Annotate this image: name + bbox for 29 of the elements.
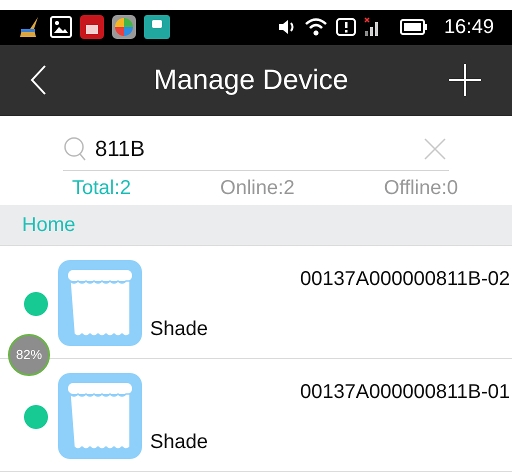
- curtain-icon: [58, 373, 142, 460]
- plus-icon: [449, 64, 481, 96]
- count-tab[interactable]: Online:2: [220, 172, 295, 203]
- back-icon: [30, 65, 46, 96]
- search-input[interactable]: 811B: [95, 132, 423, 166]
- battery-icon: [400, 19, 428, 36]
- device-id: 00137A000000811B-02: [300, 267, 510, 292]
- wifi-icon: [304, 17, 328, 38]
- curtain-icon: [58, 260, 142, 346]
- robot-app-icon: [144, 15, 170, 40]
- add-button[interactable]: [448, 63, 482, 98]
- count-tab[interactable]: Total:2: [72, 172, 131, 203]
- device-type: Shade: [150, 430, 208, 455]
- search-icon: [63, 136, 87, 162]
- count-tab[interactable]: Offline:0: [384, 172, 458, 203]
- status-time: 16:49: [444, 15, 494, 40]
- app-icon: [80, 15, 104, 40]
- close-icon: [424, 138, 446, 160]
- device-id: 00137A000000811B-01: [300, 380, 510, 406]
- image-icon: [50, 16, 72, 38]
- alert-icon: [336, 18, 356, 36]
- floating-badge[interactable]: 82%: [8, 334, 50, 376]
- search-field[interactable]: 811B: [63, 128, 449, 171]
- group-name: Home: [22, 213, 76, 238]
- header-title: Manage Device: [152, 63, 350, 98]
- badge-text: 82%: [16, 346, 42, 364]
- volume-icon: [278, 18, 296, 36]
- app-icon: [112, 15, 136, 40]
- device-type: Shade: [150, 317, 208, 342]
